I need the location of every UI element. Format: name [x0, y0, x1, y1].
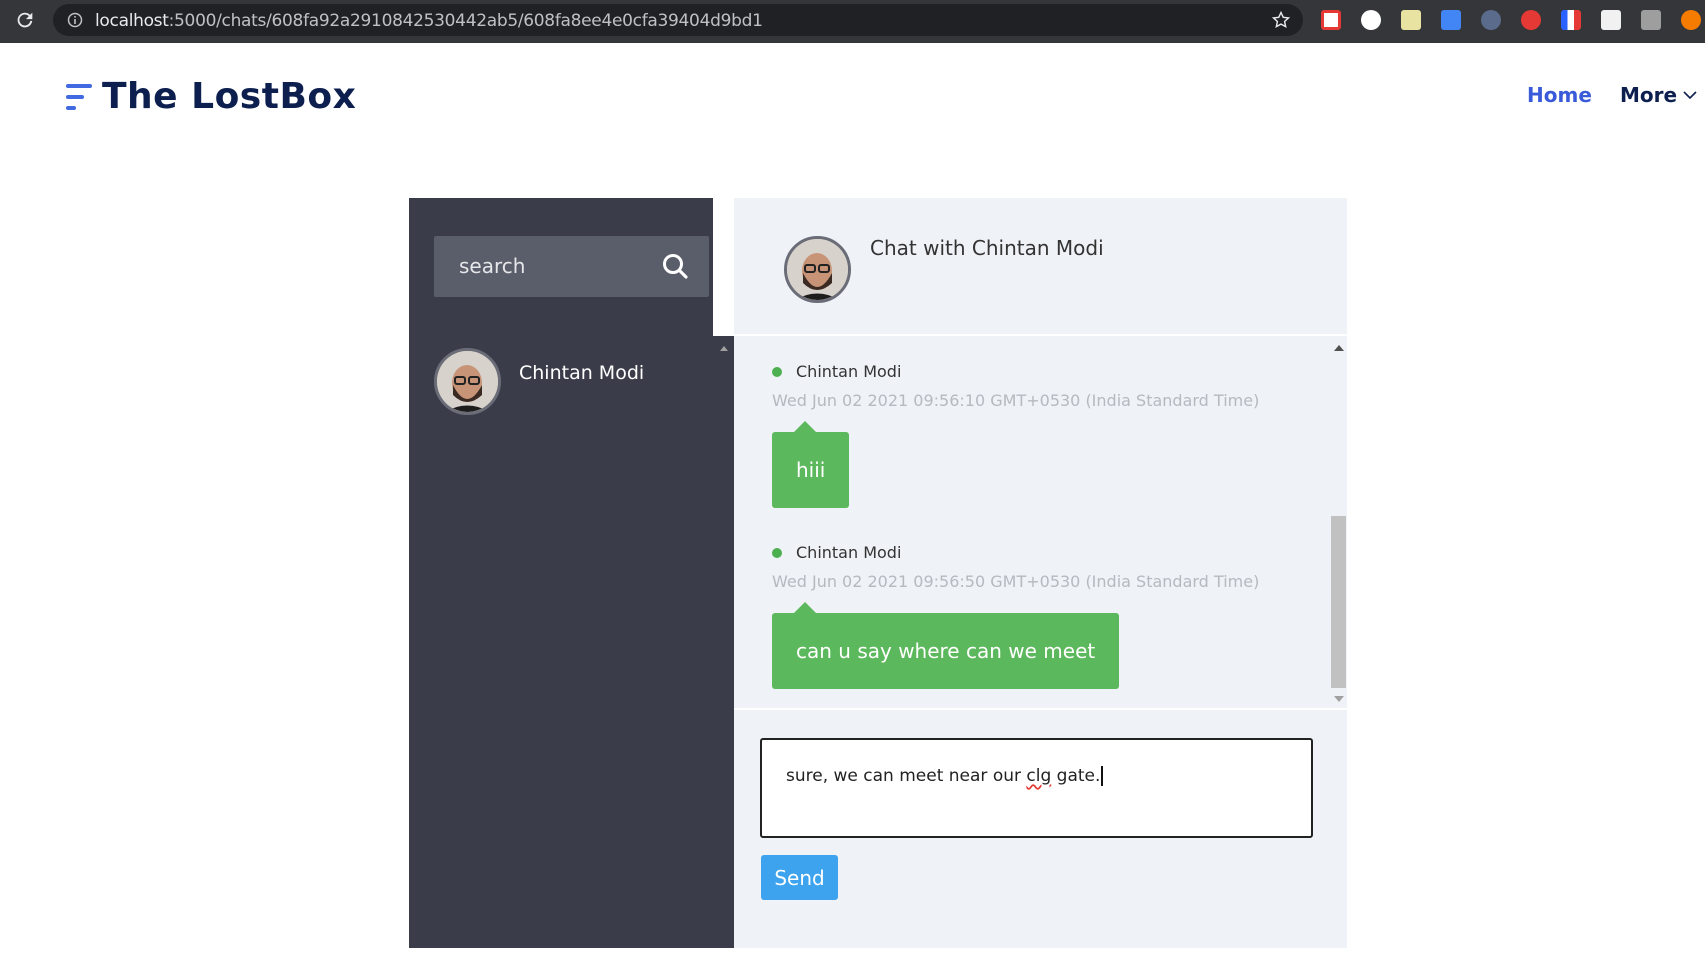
bookmark-star-icon[interactable]: [1271, 10, 1291, 30]
pocket-extension-icon[interactable]: [1321, 10, 1341, 30]
message-input-text: sure, we can meet near our: [786, 766, 1027, 786]
search-input[interactable]: search: [459, 254, 525, 278]
message-item: Chintan Modi Wed Jun 02 2021 09:56:50 GM…: [772, 543, 1259, 689]
rating-extension-icon[interactable]: [1601, 10, 1621, 30]
message-list[interactable]: Chintan Modi Wed Jun 02 2021 09:56:10 GM…: [734, 338, 1347, 708]
reload-icon[interactable]: [14, 9, 36, 31]
site-logo[interactable]: The LostBox: [66, 76, 356, 117]
scrollbar-thumb[interactable]: [1331, 516, 1346, 688]
url-text: localhost:5000/chats/608fa92a29108425304…: [95, 11, 763, 31]
nav-home-link[interactable]: Home: [1527, 83, 1592, 107]
message-header: Chintan Modi: [772, 543, 1259, 562]
translate-extension-icon[interactable]: [1441, 10, 1461, 30]
adblock-extension-icon[interactable]: [1521, 10, 1541, 30]
scroll-up-arrow[interactable]: [1334, 345, 1344, 351]
message-input[interactable]: sure, we can meet near our clg gate.: [760, 738, 1313, 838]
github-extension-icon[interactable]: [1361, 10, 1381, 30]
browser-toolbar: localhost:5000/chats/608fa92a29108425304…: [0, 0, 1705, 43]
chat-header: Chat with Chintan Modi: [734, 198, 1347, 336]
contact-name: Chintan Modi: [519, 362, 645, 384]
message-input-text-end: gate.: [1051, 766, 1101, 786]
sidebar-extension: [713, 336, 734, 948]
fox-extension-icon[interactable]: [1681, 10, 1701, 30]
colors-extension-icon[interactable]: [1561, 10, 1581, 30]
scroll-down-arrow[interactable]: [1334, 696, 1344, 702]
address-bar[interactable]: localhost:5000/chats/608fa92a29108425304…: [53, 4, 1303, 36]
menu-lines-icon: [66, 80, 92, 114]
chevron-down-icon: [1683, 91, 1697, 100]
message-bubble: can u say where can we meet: [772, 602, 1120, 689]
scroll-up-arrow[interactable]: [720, 346, 728, 351]
chat-avatar: [784, 236, 851, 303]
message-bubble: hiii: [772, 421, 850, 508]
message-item: Chintan Modi Wed Jun 02 2021 09:56:10 GM…: [772, 362, 1259, 508]
logo-text: The LostBox: [102, 76, 357, 117]
search-icon[interactable]: [661, 252, 689, 280]
misspelled-word: clg: [1026, 766, 1052, 786]
search-box[interactable]: search: [434, 236, 709, 297]
notes-extension-icon[interactable]: [1401, 10, 1421, 30]
composer-divider: [734, 708, 1347, 710]
contact-item[interactable]: Chintan Modi: [434, 348, 644, 415]
message-timestamp: Wed Jun 02 2021 09:56:10 GMT+0530 (India…: [772, 391, 1260, 410]
nav-more-label: More: [1620, 83, 1678, 107]
message-sender: Chintan Modi: [796, 543, 902, 562]
reader-extension-icon[interactable]: [1481, 10, 1501, 30]
text-caret: [1101, 766, 1104, 786]
contacts-sidebar: search Chintan Modi: [409, 198, 713, 948]
message-header: Chintan Modi: [772, 362, 1259, 381]
terminal-extension-icon[interactable]: [1641, 10, 1661, 30]
avatar: [434, 348, 501, 415]
online-status-dot: [772, 547, 782, 558]
message-timestamp: Wed Jun 02 2021 09:56:50 GMT+0530 (India…: [772, 572, 1260, 591]
info-icon[interactable]: [67, 12, 83, 28]
online-status-dot: [772, 366, 782, 377]
chat-title: Chat with Chintan Modi: [870, 236, 1104, 260]
chat-panel: Chat with Chintan Modi Chintan Modi Wed …: [734, 198, 1347, 948]
nav-more-dropdown[interactable]: More: [1620, 83, 1697, 107]
send-button[interactable]: Send: [761, 855, 838, 900]
message-scrollbar[interactable]: [1330, 338, 1347, 708]
message-sender: Chintan Modi: [796, 362, 902, 381]
